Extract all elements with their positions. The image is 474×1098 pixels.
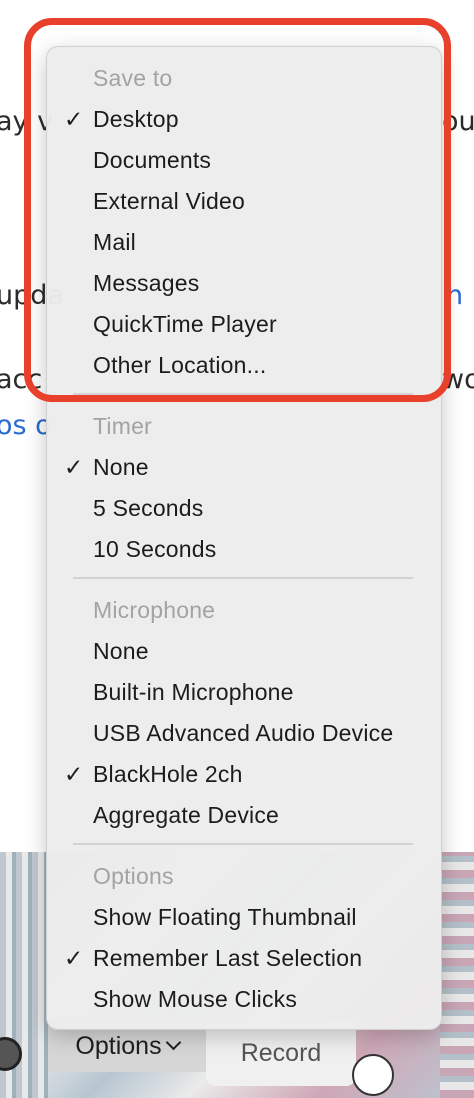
- menu-section-header: Timer: [93, 413, 152, 439]
- menu-item-5-seconds[interactable]: 5 Seconds: [47, 488, 441, 529]
- menu-item-show-mouse-clicks[interactable]: Show Mouse Clicks: [47, 979, 441, 1020]
- checkmark-icon: ✓: [64, 945, 84, 971]
- desktop-background: [440, 852, 474, 1098]
- menu-item-built-in-microphone[interactable]: Built-in Microphone: [47, 672, 441, 713]
- menu-item-blackhole-2ch[interactable]: ✓ BlackHole 2ch: [47, 754, 441, 795]
- desktop-decoration: [352, 1054, 394, 1096]
- menu-item-timer-none[interactable]: ✓ None: [47, 447, 441, 488]
- checkmark-icon: ✓: [64, 454, 84, 480]
- menu-section-header: Options: [93, 863, 174, 889]
- menu-separator: [73, 843, 413, 845]
- menu-item-aggregate-device[interactable]: Aggregate Device: [47, 795, 441, 836]
- menu-item-show-floating-thumbnail[interactable]: Show Floating Thumbnail: [47, 897, 441, 938]
- menu-section-header: Microphone: [93, 597, 216, 623]
- checkmark-icon: ✓: [64, 761, 84, 787]
- menu-item-microphone-none[interactable]: None: [47, 631, 441, 672]
- highlight-annotation: [24, 18, 451, 402]
- record-button-label: Record: [240, 1038, 322, 1067]
- options-button-label: Options: [75, 1031, 162, 1060]
- chevron-down-icon: [165, 1034, 181, 1050]
- menu-item-remember-last-selection[interactable]: ✓ Remember Last Selection: [47, 938, 441, 979]
- menu-separator: [73, 577, 413, 579]
- menu-item-10-seconds[interactable]: 10 Seconds: [47, 529, 441, 570]
- background-link[interactable]: os o: [0, 410, 52, 441]
- menu-item-usb-audio-device[interactable]: USB Advanced Audio Device: [47, 713, 441, 754]
